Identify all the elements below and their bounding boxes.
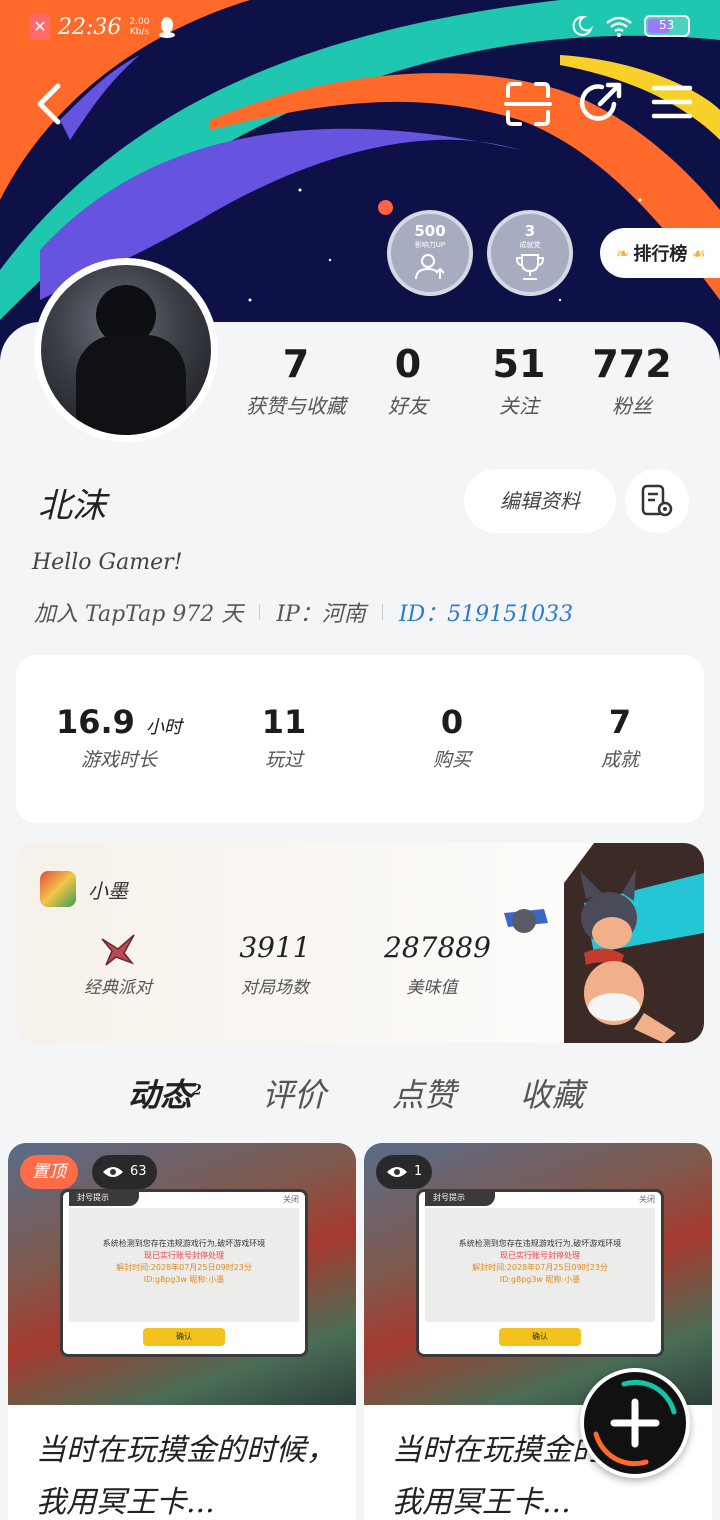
user-id[interactable]: ID：519151033 bbox=[399, 596, 573, 628]
laurel-left-icon: ❧ bbox=[616, 243, 630, 263]
trophy-icon bbox=[515, 254, 545, 280]
tab-favorites[interactable]: 收藏 bbox=[520, 1070, 584, 1116]
qq-icon bbox=[159, 17, 176, 38]
notification-dot bbox=[378, 200, 393, 215]
ip-location: IP：河南 bbox=[276, 602, 366, 627]
content-tabs: 动态2 评价 点赞 收藏 bbox=[0, 1070, 720, 1122]
ban-dialog-screenshot: 封号提示 关闭 系统检测到您存在违规游戏行为,破坏游戏环境 现已实行账号封停处理… bbox=[60, 1189, 308, 1357]
status-time: 22:36 bbox=[58, 14, 122, 40]
pinned-badge: 置顶 bbox=[20, 1155, 78, 1189]
medal-achievement[interactable]: 3 成就党 bbox=[487, 210, 573, 296]
edit-profile-button[interactable]: 编辑资料 bbox=[464, 469, 616, 533]
mode-classic-party: 经典派对 bbox=[66, 931, 170, 998]
joined-days: 加入 TapTap 972 天 bbox=[34, 602, 244, 627]
network-speed: 2.00 Kb/s bbox=[129, 17, 150, 37]
wifi-icon bbox=[606, 16, 632, 37]
party-mode-icon bbox=[101, 934, 135, 966]
game-record-card[interactable]: 小墨 经典派对 3911 对局场数 287889 美味值 bbox=[16, 843, 704, 1043]
battery-icon: 53 bbox=[644, 15, 690, 37]
username: 北沫 bbox=[38, 486, 106, 526]
divider bbox=[259, 604, 261, 620]
eye-icon bbox=[387, 1167, 407, 1177]
stat-played: 11 玩过 bbox=[261, 703, 307, 771]
game-app-icon bbox=[40, 871, 76, 907]
character-artwork bbox=[504, 843, 704, 1043]
menu-icon[interactable] bbox=[650, 80, 694, 124]
back-icon[interactable] bbox=[30, 80, 70, 128]
document-settings-icon bbox=[641, 484, 673, 517]
game-stats-card[interactable]: 16.9 小时 游戏时长 11 玩过 0 购买 7 成就 bbox=[16, 655, 704, 823]
laurel-right-icon: ☙ bbox=[691, 243, 706, 263]
stat-friends[interactable]: 0 好友 bbox=[368, 342, 448, 419]
divider bbox=[381, 604, 383, 620]
scan-icon[interactable] bbox=[504, 80, 552, 128]
stat-followers[interactable]: 772 粉丝 bbox=[586, 342, 678, 419]
user-up-icon bbox=[415, 254, 445, 280]
tab-likes[interactable]: 点赞 bbox=[392, 1070, 456, 1116]
tasty-value: 287889 美味值 bbox=[384, 931, 491, 998]
tab-reviews[interactable]: 评价 bbox=[262, 1070, 326, 1116]
post-card[interactable]: 封号提示 关闭 系统检测到您存在违规游戏行为,破坏游戏环境 现已实行账号封停处理… bbox=[8, 1143, 356, 1520]
tab-activity[interactable]: 动态2 bbox=[124, 1070, 208, 1122]
view-count: 1 bbox=[376, 1155, 433, 1189]
status-bar: ✕ 22:36 2.00 Kb/s 53 bbox=[0, 0, 720, 54]
create-post-button[interactable] bbox=[580, 1368, 690, 1478]
leaderboard-button[interactable]: ❧ 排行榜 ☙ bbox=[600, 228, 720, 278]
stat-achievements: 7 成就 bbox=[600, 703, 639, 771]
ban-dialog-screenshot: 封号提示 关闭 系统检测到您存在违规游戏行为,破坏游戏环境 现已实行账号封停处理… bbox=[416, 1189, 664, 1357]
profile-meta: 加入 TapTap 972 天 IP：河南 ID：519151033 bbox=[34, 596, 573, 628]
avatar[interactable] bbox=[34, 258, 218, 442]
stat-playtime: 16.9 小时 游戏时长 bbox=[55, 703, 183, 771]
avatar-photo bbox=[41, 265, 211, 435]
eye-icon bbox=[103, 1167, 123, 1177]
view-count: 63 bbox=[92, 1155, 157, 1189]
moon-icon bbox=[572, 15, 594, 36]
profile-settings-button[interactable] bbox=[625, 469, 689, 533]
share-icon[interactable] bbox=[578, 80, 624, 126]
bio: Hello Gamer! bbox=[32, 550, 183, 575]
matches-played: 3911 对局场数 bbox=[239, 931, 311, 998]
stat-purchased: 0 购买 bbox=[432, 703, 471, 771]
stat-likes[interactable]: 7 获赞与收藏 bbox=[236, 342, 356, 419]
stat-following[interactable]: 51 关注 bbox=[478, 342, 560, 419]
plus-icon bbox=[593, 1379, 677, 1467]
notification-x-icon: ✕ bbox=[30, 14, 50, 40]
post-title: 当时在玩摸金的时候，我用冥王卡... bbox=[36, 1433, 336, 1520]
medal-influence[interactable]: 500 影响力UP bbox=[387, 210, 473, 296]
